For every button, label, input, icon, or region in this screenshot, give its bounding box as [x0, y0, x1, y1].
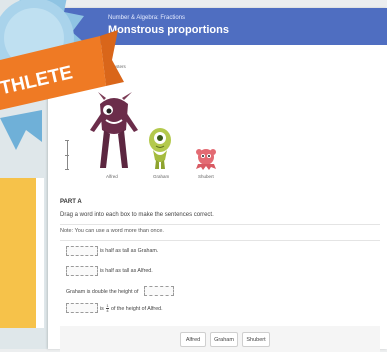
sentence-4-lead: is — [100, 305, 104, 312]
part-heading: PART A — [60, 199, 82, 205]
side-accent-bar — [0, 178, 36, 328]
instruction-text: Drag a word into each box to make the se… — [60, 212, 214, 218]
word-chip-alfred[interactable]: Alfred — [180, 332, 206, 347]
monster-label-graham: Graham — [153, 174, 170, 179]
sentence-1-text: is half as tall as Graham. — [100, 248, 159, 254]
word-chip-graham[interactable]: Graham — [210, 332, 238, 347]
answer-dropbox-1[interactable] — [66, 246, 98, 256]
monster-label-alfred: Alfred — [106, 174, 118, 179]
athlete-badge: THLETE — [0, 0, 124, 150]
fraction-denominator: 4 — [106, 308, 109, 313]
answer-dropbox-3[interactable] — [144, 286, 174, 296]
shubert-monster-illustration — [196, 149, 216, 170]
sentence-3-text: Graham is double the height of — [66, 289, 139, 295]
divider — [60, 240, 380, 241]
fraction: 1 4 — [106, 304, 109, 313]
monster-label-shubert: Shubert — [198, 174, 214, 179]
answer-dropbox-2[interactable] — [66, 266, 98, 276]
sentence-4-tail: of the height of Alfred. — [111, 305, 163, 312]
sentence-2-text: is half as tall as Alfred. — [100, 268, 153, 274]
divider — [60, 224, 380, 225]
note-text: Note: You can use a word more than once. — [60, 228, 164, 234]
sentence-4: is 1 4 of the height of Alfred. — [100, 304, 163, 313]
side-gap — [36, 178, 44, 328]
word-chip-shubert[interactable]: Shubert — [242, 332, 270, 347]
answer-dropbox-4[interactable] — [66, 303, 98, 313]
